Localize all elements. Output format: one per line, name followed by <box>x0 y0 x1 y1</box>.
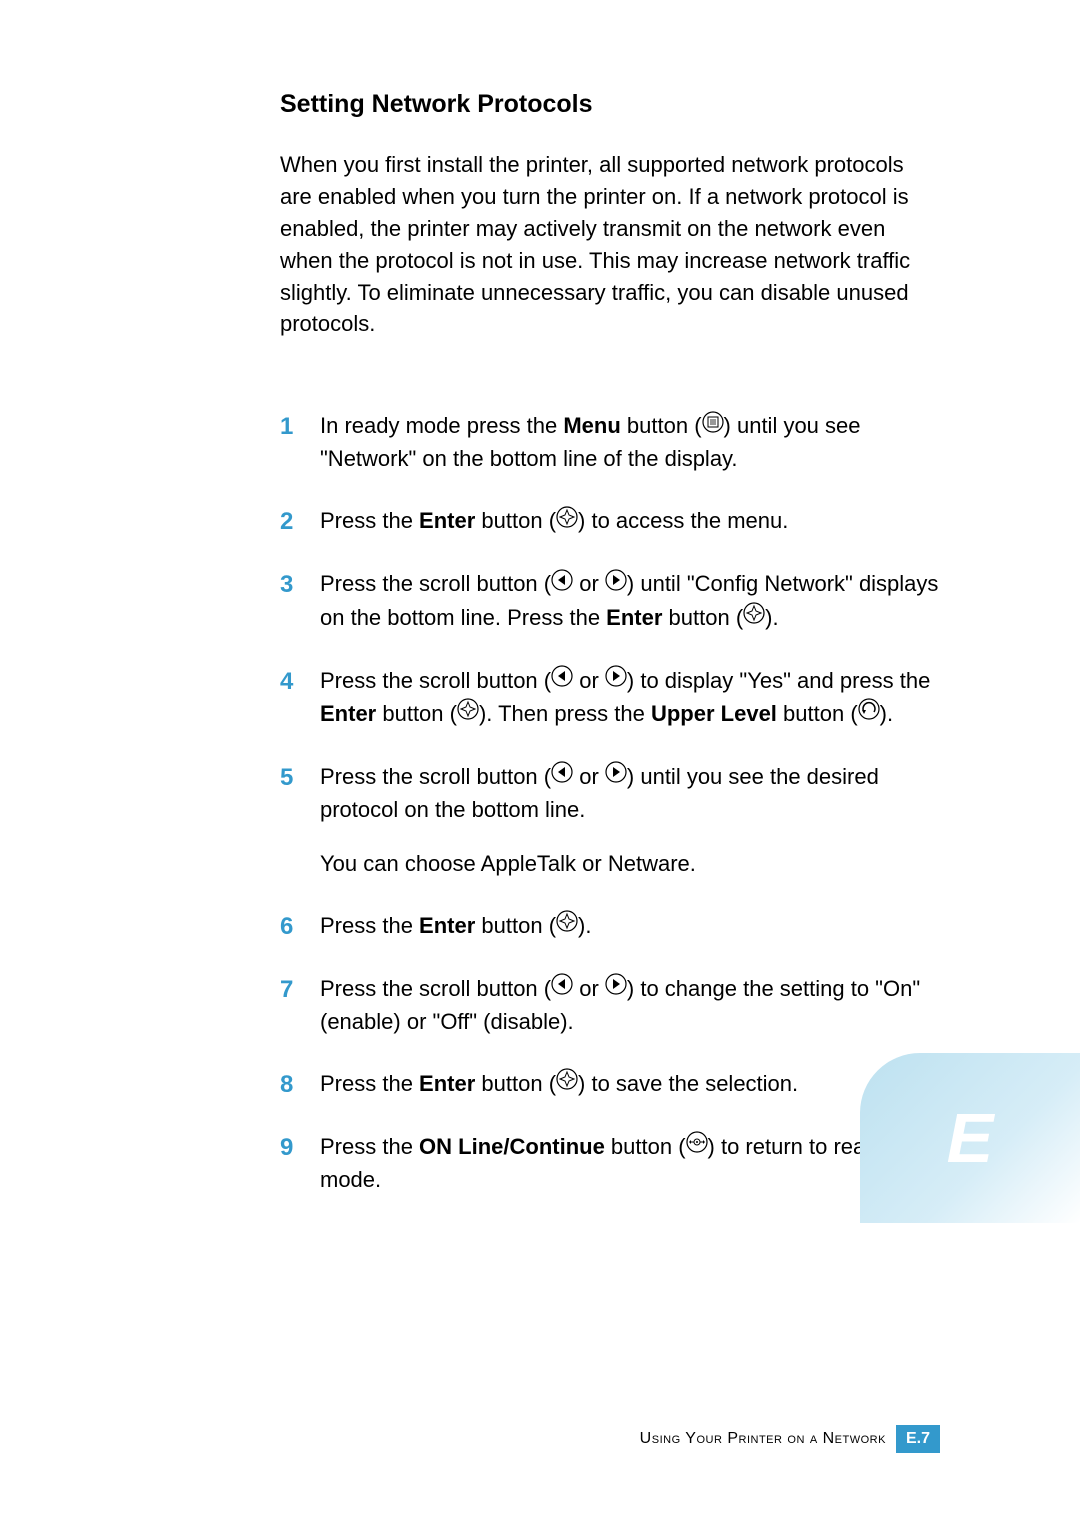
step-5: Press the scroll button ( or ) until you… <box>280 761 940 880</box>
step-text: ) to save the selection. <box>578 1071 798 1096</box>
step-text: or <box>573 571 605 596</box>
step-text: Press the scroll button ( <box>320 668 551 693</box>
step-text: Press the scroll button ( <box>320 764 551 789</box>
step-5-sub: You can choose AppleTalk or Netware. <box>320 848 940 880</box>
page-content: Setting Network Protocols When you first… <box>0 0 1080 1196</box>
enter-icon <box>457 697 479 729</box>
step-text: In ready mode press the <box>320 413 563 438</box>
step-text: button ( <box>605 1134 686 1159</box>
footer-title: Using Your Printer on a Network <box>640 1430 886 1448</box>
step-text: ). Then press the <box>479 701 651 726</box>
step-text: Press the scroll button ( <box>320 571 551 596</box>
enter-label: Enter <box>419 913 475 938</box>
step-text: ). <box>765 605 778 630</box>
appendix-letter: E <box>947 1098 994 1178</box>
step-text: button ( <box>475 1071 556 1096</box>
page-number-box: E.7 <box>896 1425 940 1453</box>
step-2: Press the Enter button ( ) to access the … <box>280 505 940 538</box>
upper-level-icon <box>858 697 880 729</box>
enter-label: Enter <box>419 508 475 533</box>
step-text: Press the <box>320 913 419 938</box>
step-text: button ( <box>777 701 858 726</box>
menu-label: Menu <box>563 413 620 438</box>
enter-label: Enter <box>320 701 376 726</box>
left-arrow-icon <box>551 664 573 696</box>
step-text: Press the scroll button ( <box>320 976 551 1001</box>
left-arrow-icon <box>551 568 573 600</box>
enter-label: Enter <box>606 605 662 630</box>
intro-paragraph: When you first install the printer, all … <box>280 149 940 340</box>
step-text: Press the <box>320 508 419 533</box>
section-heading: Setting Network Protocols <box>280 90 940 119</box>
upper-level-label: Upper Level <box>651 701 777 726</box>
enter-icon <box>743 601 765 633</box>
menu-icon <box>702 410 724 442</box>
step-text: button ( <box>621 413 702 438</box>
left-arrow-icon <box>551 972 573 1004</box>
step-text: button ( <box>475 508 556 533</box>
left-arrow-icon <box>551 760 573 792</box>
step-text: ). <box>578 913 591 938</box>
right-arrow-icon <box>605 972 627 1004</box>
right-arrow-icon <box>605 760 627 792</box>
enter-icon <box>556 505 578 537</box>
step-text: ). <box>880 701 893 726</box>
step-3: Press the scroll button ( or ) until "Co… <box>280 568 940 634</box>
step-6: Press the Enter button (). <box>280 910 940 943</box>
step-text: button ( <box>376 701 457 726</box>
step-text: ) to display "Yes" and press the <box>627 668 930 693</box>
enter-icon <box>556 1067 578 1099</box>
step-text: ) to access the menu. <box>578 508 788 533</box>
enter-icon <box>556 909 578 941</box>
step-text: button ( <box>662 605 743 630</box>
steps-list: In ready mode press the Menu button () u… <box>280 410 940 1196</box>
step-text: or <box>573 976 605 1001</box>
step-text: Press the <box>320 1134 419 1159</box>
right-arrow-icon <box>605 568 627 600</box>
online-icon <box>686 1130 708 1162</box>
online-label: ON Line/Continue <box>419 1134 605 1159</box>
step-text: button ( <box>475 913 556 938</box>
page-number: 7 <box>921 1430 930 1447</box>
step-8: Press the Enter button ( ) to save the se… <box>280 1068 940 1101</box>
step-text: or <box>573 668 605 693</box>
step-7: Press the scroll button ( or ) to change… <box>280 973 940 1038</box>
step-text: Press the <box>320 1071 419 1096</box>
page-footer: Using Your Printer on a Network E.7 <box>640 1425 940 1453</box>
step-1: In ready mode press the Menu button () u… <box>280 410 940 475</box>
page-letter: E. <box>906 1430 921 1447</box>
step-4: Press the scroll button ( or ) to displa… <box>280 665 940 731</box>
step-text: or <box>573 764 605 789</box>
step-9: Press the ON Line/Continue button () to … <box>280 1131 940 1196</box>
right-arrow-icon <box>605 664 627 696</box>
enter-label: Enter <box>419 1071 475 1096</box>
appendix-side-tab: E <box>860 1053 1080 1223</box>
